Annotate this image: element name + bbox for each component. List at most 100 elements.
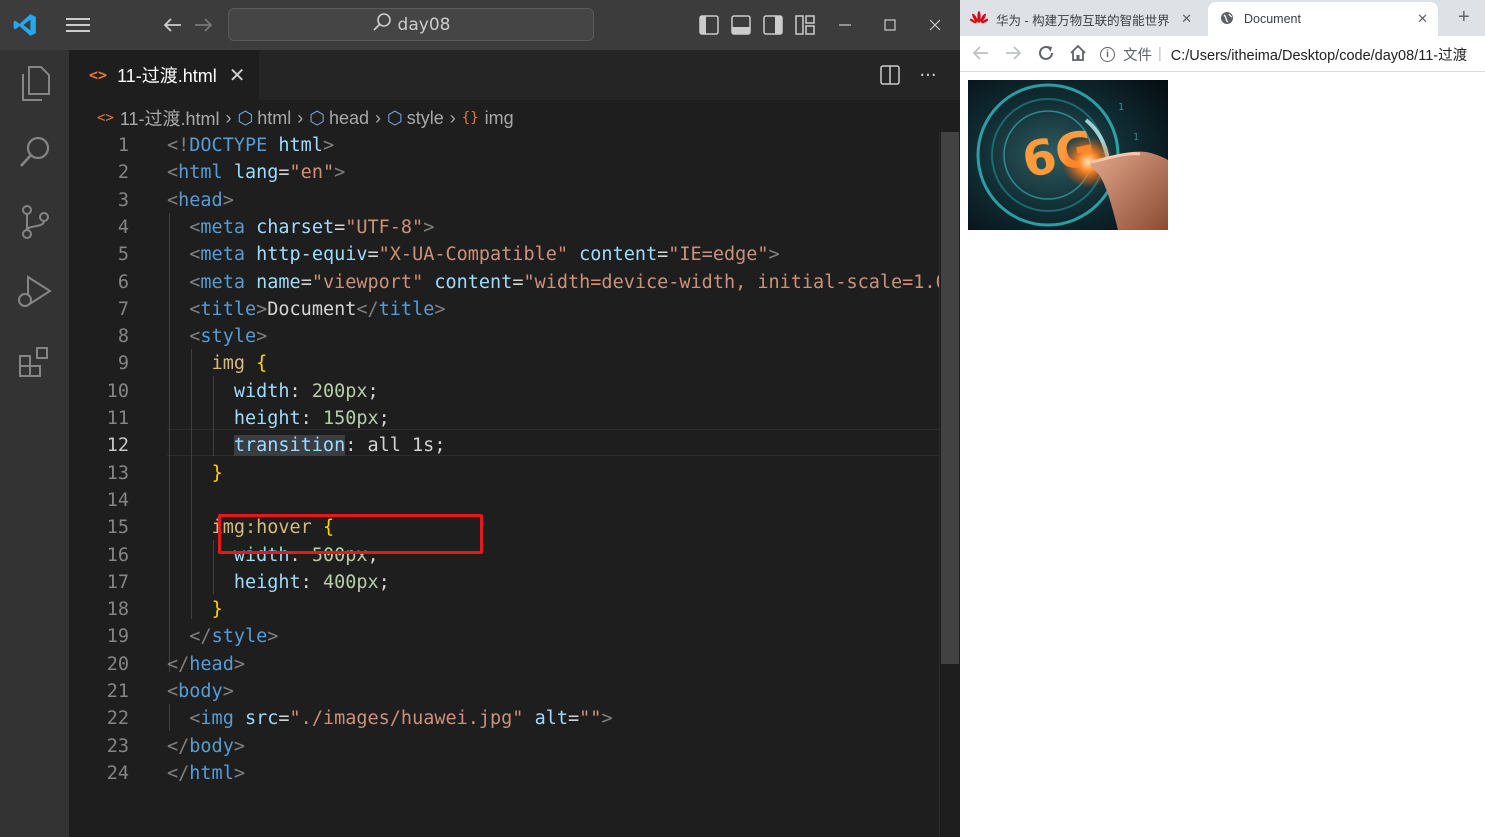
info-icon[interactable]: i: [1100, 46, 1115, 62]
line-number: 12: [106, 435, 129, 457]
code-line[interactable]: 19 </style>: [69, 623, 939, 650]
line-number: 20: [106, 653, 129, 675]
code-line[interactable]: 10 width: 200px;: [69, 378, 939, 405]
line-number: 22: [106, 708, 129, 730]
code-text: <head>: [167, 189, 234, 211]
svg-text:1: 1: [1118, 102, 1124, 113]
code-line[interactable]: 16 width: 500px;: [69, 542, 939, 569]
code-line[interactable]: 18 }: [69, 596, 939, 623]
code-line[interactable]: 6 <meta name="viewport" content="width=d…: [69, 269, 969, 296]
editor-tab-active[interactable]: <> 11-过渡.html ✕: [69, 50, 259, 100]
breadcrumb-img[interactable]: img: [485, 108, 514, 129]
line-number: 2: [117, 162, 129, 184]
browser-tab-label: 华为 - 构建万物互联的智能世界: [996, 13, 1170, 28]
code-text: }: [211, 462, 223, 484]
browser-tab-strip: 华为 - 构建万物互联的智能世界 ✕ Document ✕ +: [960, 0, 1485, 36]
address-bar[interactable]: i 文件 | C:/Users/itheima/Desktop/code/day…: [1100, 41, 1485, 67]
reload-icon[interactable]: [1037, 44, 1055, 68]
breadcrumb-file[interactable]: 11-过渡.html: [120, 105, 220, 131]
extensions-icon[interactable]: [0, 332, 69, 392]
code-line[interactable]: 23 </body>: [69, 733, 939, 760]
toggle-panel-icon[interactable]: [728, 12, 754, 38]
element-cube-icon: ⬡: [387, 107, 403, 128]
browser-tab-huawei[interactable]: 华为 - 构建万物互联的智能世界 ✕: [969, 2, 1202, 36]
vscode-logo-icon: [10, 10, 40, 40]
code-line[interactable]: 21 <body>: [69, 678, 939, 705]
more-actions-icon[interactable]: ···: [915, 62, 941, 88]
line-number: 13: [106, 462, 129, 484]
editor-scrollbar-thumb[interactable]: [941, 132, 959, 664]
menu-icon[interactable]: [62, 12, 94, 38]
address-divider: |: [1158, 46, 1162, 62]
split-editor-icon[interactable]: [877, 62, 903, 88]
source-control-icon[interactable]: [0, 192, 69, 252]
explorer-icon[interactable]: [0, 53, 69, 113]
code-line[interactable]: 3 <head>: [69, 187, 939, 214]
code-line[interactable]: 1 <!DOCTYPE html>: [69, 132, 939, 159]
close-window-icon[interactable]: [922, 12, 948, 38]
code-line[interactable]: 22 <img src="./images/huawei.jpg" alt=""…: [69, 705, 939, 732]
code-text: img {: [211, 353, 268, 375]
line-number: 5: [117, 244, 129, 266]
close-tab-icon[interactable]: ✕: [229, 63, 246, 88]
line-number: 1: [117, 135, 129, 156]
line-number: 3: [117, 189, 129, 211]
code-text: <meta charset="UTF-8">: [189, 216, 435, 238]
line-number: 7: [117, 298, 129, 320]
chevron-right-icon: ›: [449, 107, 456, 128]
code-line[interactable]: 4 <meta charset="UTF-8">: [69, 214, 939, 241]
breadcrumb-style[interactable]: style: [407, 108, 444, 129]
breadcrumb-head[interactable]: head: [329, 108, 369, 129]
code-line[interactable]: 5 <meta http-equiv="X-UA-Compatible" con…: [69, 241, 939, 268]
code-text: <html lang="en">: [167, 162, 346, 184]
browser-tab-document[interactable]: Document ✕: [1208, 2, 1438, 36]
huawei-logo-icon: [969, 10, 989, 28]
highlight-annotation-box: [218, 514, 483, 554]
code-line[interactable]: 2 <html lang="en">: [69, 159, 939, 186]
line-number: 16: [106, 544, 129, 566]
minimize-icon[interactable]: [832, 12, 858, 38]
toggle-primary-sidebar-icon[interactable]: [696, 12, 722, 38]
code-text: transition: all 1s;: [233, 435, 446, 457]
line-number: 19: [106, 626, 129, 648]
toggle-secondary-sidebar-icon[interactable]: [760, 12, 786, 38]
code-line[interactable]: 24 </html>: [69, 760, 939, 787]
customize-layout-icon[interactable]: [792, 12, 818, 38]
line-number: 11: [106, 408, 129, 429]
code-line[interactable]: 9 img {: [69, 350, 939, 377]
maximize-icon[interactable]: [877, 12, 903, 38]
code-text: }: [211, 599, 223, 621]
address-scheme-label: 文件: [1123, 47, 1152, 64]
code-line[interactable]: 13 }: [69, 460, 939, 487]
code-line[interactable]: 11 height: 150px;: [69, 405, 939, 432]
code-line[interactable]: 12 transition: all 1s;: [69, 432, 939, 459]
forward-arrow-icon[interactable]: [1004, 45, 1022, 67]
huawei-image[interactable]: 1 1 0 6G: [968, 80, 1168, 230]
code-line[interactable]: 14: [69, 487, 939, 514]
forward-arrow-icon[interactable]: [190, 12, 218, 38]
code-line[interactable]: 15 img:hover {: [69, 514, 939, 541]
run-debug-icon[interactable]: [0, 262, 69, 322]
code-line[interactable]: 17 height: 400px;: [69, 569, 939, 596]
back-arrow-icon[interactable]: [972, 45, 990, 67]
breadcrumb: <> 11-过渡.html › ⬡ html › ⬡ head › ⬡ styl…: [97, 105, 514, 131]
new-tab-icon[interactable]: +: [1458, 6, 1470, 29]
line-number: 15: [106, 517, 129, 539]
code-line[interactable]: 8 <style>: [69, 323, 939, 350]
globe-icon: [1220, 11, 1234, 28]
command-center-search[interactable]: day08: [228, 8, 594, 41]
chevron-right-icon: ›: [297, 107, 304, 128]
code-line[interactable]: 20 </head>: [69, 651, 939, 678]
search-icon[interactable]: [0, 122, 69, 182]
back-arrow-icon[interactable]: [158, 12, 186, 38]
code-line[interactable]: 7 <title>Document</title>: [69, 296, 939, 323]
close-tab-icon[interactable]: ✕: [1417, 11, 1428, 27]
close-tab-icon[interactable]: ✕: [1181, 11, 1192, 27]
browser-page-content: 1 1 0 6G: [960, 72, 1485, 837]
browser-toolbar: i 文件 | C:/Users/itheima/Desktop/code/day…: [960, 36, 1485, 72]
title-bar: day08: [0, 0, 960, 50]
breadcrumb-html[interactable]: html: [257, 108, 291, 129]
home-icon[interactable]: [1069, 44, 1087, 68]
code-editor[interactable]: 1 <!DOCTYPE html> 2 <html lang="en"> 3 <head>…: [69, 132, 969, 837]
code-text: </style>: [189, 626, 279, 648]
